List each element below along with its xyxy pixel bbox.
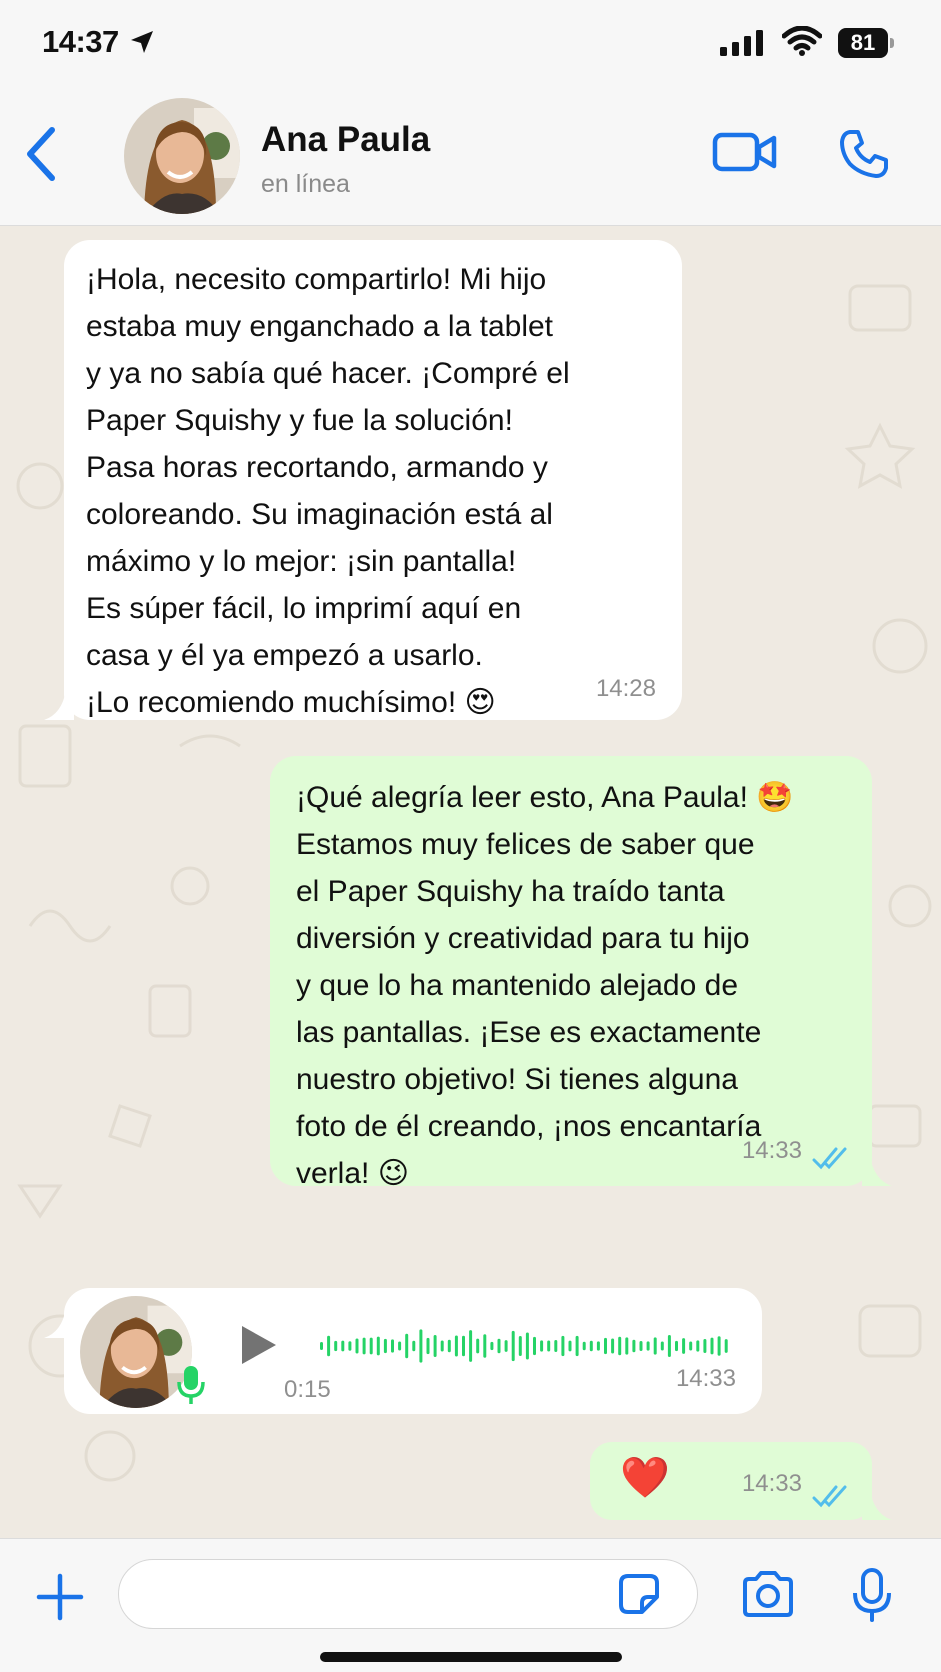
voice-mic-badge-icon (176, 1364, 206, 1411)
location-arrow-icon (128, 28, 156, 61)
phone-call-icon[interactable] (838, 128, 890, 185)
contact-name[interactable]: Ana Paula (261, 120, 430, 160)
waveform-bar (596, 1341, 600, 1351)
waveform-bar (582, 1341, 586, 1351)
home-indicator (320, 1652, 622, 1662)
waveform-bar (653, 1337, 657, 1355)
waveform-bar (348, 1341, 352, 1351)
message-time: 14:33 (741, 1137, 802, 1164)
message-time: 14:28 (595, 675, 656, 702)
waveform-bar (533, 1336, 536, 1356)
message-text: ¡Hola, necesito compartirlo! Mi hijo est… (86, 263, 570, 719)
contact-status: en línea (261, 170, 350, 198)
play-button[interactable] (238, 1324, 278, 1371)
waveform-bar (426, 1337, 430, 1355)
wifi-icon (781, 25, 823, 61)
waveform-bar (454, 1335, 458, 1357)
heart-emoji: ❤️ (620, 1456, 670, 1500)
video-call-icon[interactable] (712, 130, 778, 179)
waveform-bar (703, 1338, 707, 1354)
waveform-bar (660, 1341, 664, 1351)
waveform-bar (717, 1336, 721, 1356)
waveform-bar (710, 1337, 714, 1355)
message-time: 14:33 (741, 1470, 802, 1497)
waveform-bar (667, 1335, 671, 1357)
battery-icon: 81 (838, 28, 894, 58)
waveform-bar (675, 1340, 678, 1352)
status-time: 14:37 (42, 24, 119, 59)
plus-icon[interactable] (36, 1573, 84, 1626)
waveform-bar (554, 1340, 558, 1352)
voice-duration: 0:15 (284, 1376, 331, 1403)
waveform-bar (433, 1335, 437, 1357)
waveform-bar (412, 1340, 416, 1352)
waveform-bar (362, 1337, 366, 1355)
chat-header: Ana Paula en línea (0, 88, 941, 226)
waveform-bar (646, 1341, 650, 1351)
status-bar: 14:37 81 (0, 0, 941, 88)
waveform-bar (497, 1338, 501, 1354)
waveform-bar (639, 1340, 643, 1352)
waveform-bar (462, 1335, 465, 1357)
read-ticks-icon (812, 1485, 847, 1508)
audio-waveform[interactable] (318, 1326, 732, 1366)
waveform-bar (483, 1334, 487, 1358)
waveform-bar (568, 1340, 572, 1352)
waveform-bar (625, 1337, 629, 1355)
waveform-bar (327, 1335, 331, 1357)
waveform-bar (540, 1340, 544, 1352)
waveform-bar (589, 1340, 593, 1352)
waveform-bar (547, 1340, 551, 1352)
waveform-bar (383, 1338, 387, 1354)
read-ticks-icon (812, 1147, 847, 1170)
waveform-bar (724, 1339, 728, 1353)
avatar[interactable] (124, 98, 240, 214)
waveform-bar (376, 1336, 380, 1356)
waveform-bar (682, 1338, 686, 1354)
waveform-bar (369, 1337, 373, 1355)
message-bubble-outgoing[interactable]: ❤️ 14:33 (590, 1442, 872, 1520)
waveform-bar (405, 1333, 409, 1359)
waveform-bar (334, 1340, 338, 1352)
waveform-bar (490, 1341, 494, 1351)
waveform-bar (518, 1336, 522, 1356)
waveform-bar (561, 1335, 565, 1357)
waveform-bar (618, 1336, 622, 1356)
waveform-bar (504, 1340, 508, 1352)
microphone-icon[interactable] (852, 1567, 892, 1628)
waveform-bar (632, 1339, 636, 1353)
message-bubble-incoming[interactable]: ¡Hola, necesito compartirlo! Mi hijo est… (64, 240, 682, 720)
waveform-bar (525, 1332, 529, 1360)
waveform-bar (604, 1337, 607, 1355)
waveform-bar (341, 1340, 345, 1352)
waveform-bar (511, 1330, 515, 1362)
waveform-bar (391, 1339, 394, 1353)
waveform-bar (447, 1339, 451, 1353)
message-bubble-outgoing[interactable]: ¡Qué alegría leer esto, Ana Paula! 🤩 Est… (270, 756, 872, 1190)
waveform-bar (320, 1342, 323, 1350)
sticker-icon[interactable] (618, 1573, 660, 1620)
camera-icon[interactable] (740, 1571, 796, 1622)
waveform-bar (440, 1340, 444, 1352)
input-bar (0, 1538, 941, 1672)
cellular-signal-icon (720, 30, 764, 61)
waveform-bar (355, 1338, 359, 1354)
waveform-bar (689, 1341, 693, 1351)
message-input[interactable] (118, 1559, 698, 1629)
back-chevron-icon[interactable] (24, 126, 58, 187)
waveform-bar (696, 1340, 700, 1352)
waveform-bar (575, 1335, 579, 1357)
waveform-bar (398, 1341, 402, 1351)
waveform-bar (476, 1338, 480, 1354)
battery-level: 81 (838, 28, 888, 58)
waveform-bar (419, 1329, 423, 1363)
waveform-bar (611, 1338, 615, 1354)
waveform-bar (469, 1330, 473, 1362)
